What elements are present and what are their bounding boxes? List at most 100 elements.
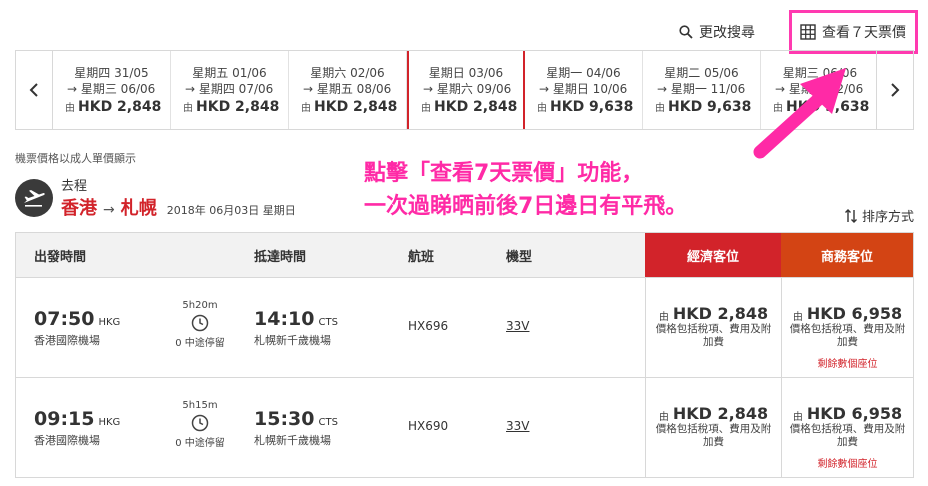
table-row: 09:15 HKG 香港國際機場 5h15m 0 中途停留 15:30 CTS 札幌… (16, 377, 913, 477)
date-price: 由 HKD 9,638 (761, 97, 876, 119)
header-economy: 經濟客位 (645, 233, 781, 277)
price-amount: HKD 2,848 (434, 99, 518, 115)
header-flight: 航班 (408, 249, 435, 265)
duration-cell: 5h20m 0 中途停留 (166, 278, 234, 377)
date-option[interactable]: 星期五 01/06 → 星期四 07/06 由 HKD 2,848 (171, 51, 289, 129)
date-price: 由 HKD 2,848 (171, 97, 288, 119)
price-from-label: 由 (65, 103, 75, 114)
economy-fare[interactable]: 由 HKD 2,848 價格包括稅項、費用及附加費 (645, 278, 781, 377)
date-option[interactable]: 星期二 05/06 → 星期一 11/06 由 HKD 9,638 (643, 51, 761, 129)
departure-airport: 香港國際機場 (34, 334, 100, 347)
grid-icon (800, 24, 816, 40)
date-option[interactable]: 星期三 06/06 → 星期二 12/06 由 HKD 9,638 (761, 51, 876, 129)
route-text: 去程 香港 → 札幌 2018年 06月03日 星期日 (61, 175, 296, 220)
business-fare[interactable]: 由 HKD 6,958 價格包括稅項、費用及附加費 剩餘數個座位 (781, 278, 913, 377)
promo-overlay: 點擊「查看7天票價」功能， 一次過睇晒前後7日邊日有平飛。 (364, 157, 687, 223)
aircraft-cell: 33V (492, 278, 645, 377)
arrival-code: CTS (318, 317, 338, 328)
price-from-label: 由 (421, 103, 431, 114)
header-departure[interactable]: 出發時間 (16, 233, 234, 277)
price-note: 機票價格以成人單價顯示 (15, 152, 136, 165)
departure-code: HKG (98, 317, 121, 328)
next-dates-button[interactable] (876, 51, 913, 129)
departure-airport: 香港國際機場 (34, 434, 100, 447)
date-option[interactable]: 星期四 31/05 → 星期三 06/06 由 HKD 2,848 (53, 51, 171, 129)
economy-price-line: 由 HKD 2,848 (652, 404, 775, 423)
date-return: → 星期四 07/06 (185, 82, 274, 96)
sort-button[interactable]: 排序方式 (844, 206, 914, 225)
economy-price-line: 由 HKD 2,848 (652, 304, 775, 323)
sort-icon (844, 208, 857, 223)
date-price: 由 HKD 2,848 (409, 97, 523, 119)
table-row: 07:50 HKG 香港國際機場 5h20m 0 中途停留 14:10 CTS 札幌… (16, 277, 913, 377)
date-outbound: 星期一 04/06 (546, 66, 621, 80)
price-from-label: 由 (655, 103, 665, 114)
stops: 0 中途停留 (175, 438, 225, 449)
prev-dates-button[interactable] (16, 51, 53, 129)
price-from-label: 由 (537, 103, 547, 114)
aircraft-link[interactable]: 33V (506, 319, 529, 333)
price-amount: HKD 9,638 (668, 99, 752, 115)
date-return: → 星期五 08/06 (303, 82, 392, 96)
arrival-cell: 15:30 CTS 札幌新千歲機場 (234, 378, 392, 477)
seats-left-badge: 剩餘數個座位 (817, 459, 878, 470)
view-week-fares-label: 查看７天票價 (822, 25, 906, 41)
date-outbound: 星期六 02/06 (310, 66, 385, 80)
aircraft-link[interactable]: 33V (506, 419, 529, 433)
duration-cell: 5h15m 0 中途停留 (166, 378, 234, 477)
departure-time: 09:15 HKG (34, 408, 166, 430)
arrival-cell: 14:10 CTS 札幌新千歲機場 (234, 278, 392, 377)
header-aircraft: 機型 (506, 249, 533, 265)
route-direction: 去程 (61, 179, 88, 194)
sort-label: 排序方式 (861, 210, 914, 225)
clock-icon (191, 414, 209, 432)
flights-table: 出發時間 抵達時間 航班 機型 經濟客位 商務客位 07:50 HKG 香港國際機… (15, 232, 914, 478)
promo-line-1: 點擊「查看7天票價」功能， (364, 161, 644, 186)
date-option[interactable]: 星期六 02/06 → 星期五 08/06 由 HKD 2,848 (289, 51, 407, 129)
economy-price: HKD 2,848 (672, 404, 769, 423)
date-outbound: 星期五 01/06 (192, 66, 267, 80)
date-strip: 星期四 31/05 → 星期三 06/06 由 HKD 2,848 星期五 01/… (15, 50, 914, 130)
clock-icon (191, 314, 209, 332)
date-price: 由 HKD 2,848 (289, 97, 406, 119)
date-return: → 星期三 06/06 (67, 82, 156, 96)
duration: 5h15m (182, 400, 218, 411)
price-amount: HKD 9,638 (786, 99, 870, 115)
business-price-note: 價格包括稅項、費用及附加費 (789, 423, 906, 448)
price-from-label: 由 (792, 312, 803, 323)
business-price: HKD 6,958 (806, 304, 903, 323)
business-price: HKD 6,958 (806, 404, 903, 423)
price-from-label: 由 (658, 412, 669, 423)
departure-cell: 09:15 HKG 香港國際機場 (16, 378, 166, 477)
table-header: 出發時間 抵達時間 航班 機型 經濟客位 商務客位 (16, 233, 913, 277)
date-outbound: 星期二 05/06 (664, 66, 739, 80)
arrival-airport: 札幌新千歲機場 (254, 334, 331, 347)
header-arrival[interactable]: 抵達時間 (234, 233, 392, 277)
date-price: 由 HKD 9,638 (525, 97, 642, 119)
economy-fare[interactable]: 由 HKD 2,848 價格包括稅項、費用及附加費 (645, 378, 781, 477)
date-option[interactable]: 星期一 04/06 → 星期日 10/06 由 HKD 9,638 (525, 51, 643, 129)
departure-time-value: 09:15 (34, 408, 95, 430)
arrival-time: 15:30 CTS (254, 408, 392, 430)
top-actions: 更改搜尋 查看７天票價 (679, 10, 918, 54)
view-week-fares-button[interactable]: 查看７天票價 (789, 10, 918, 54)
date-outbound: 星期四 31/05 (74, 66, 149, 80)
arrival-time-value: 14:10 (254, 308, 315, 330)
price-amount: HKD 2,848 (78, 99, 162, 115)
promo-line-2: 一次過睇晒前後7日邊日有平飛。 (364, 194, 688, 219)
business-fare[interactable]: 由 HKD 6,958 價格包括稅項、費用及附加費 剩餘數個座位 (781, 378, 913, 477)
modify-search-button[interactable]: 更改搜尋 (679, 22, 755, 42)
date-return: → 星期六 09/06 (423, 82, 512, 96)
route-header: 去程 香港 → 札幌 2018年 06月03日 星期日 (15, 175, 296, 220)
origin-city: 香港 (61, 198, 97, 219)
route-date: 2018年 06月03日 星期日 (166, 204, 296, 217)
departure-cell: 07:50 HKG 香港國際機場 (16, 278, 166, 377)
arrow-right-icon: → (103, 202, 115, 218)
date-return: → 星期日 10/06 (539, 82, 628, 96)
date-option-selected[interactable]: 星期日 03/06 → 星期六 09/06 由 HKD 2,848 (407, 51, 525, 129)
price-amount: HKD 2,848 (314, 99, 398, 115)
departure-time-value: 07:50 (34, 308, 95, 330)
departure-time: 07:50 HKG (34, 308, 166, 330)
date-price: 由 HKD 2,848 (53, 97, 170, 119)
chevron-left-icon (29, 83, 38, 97)
